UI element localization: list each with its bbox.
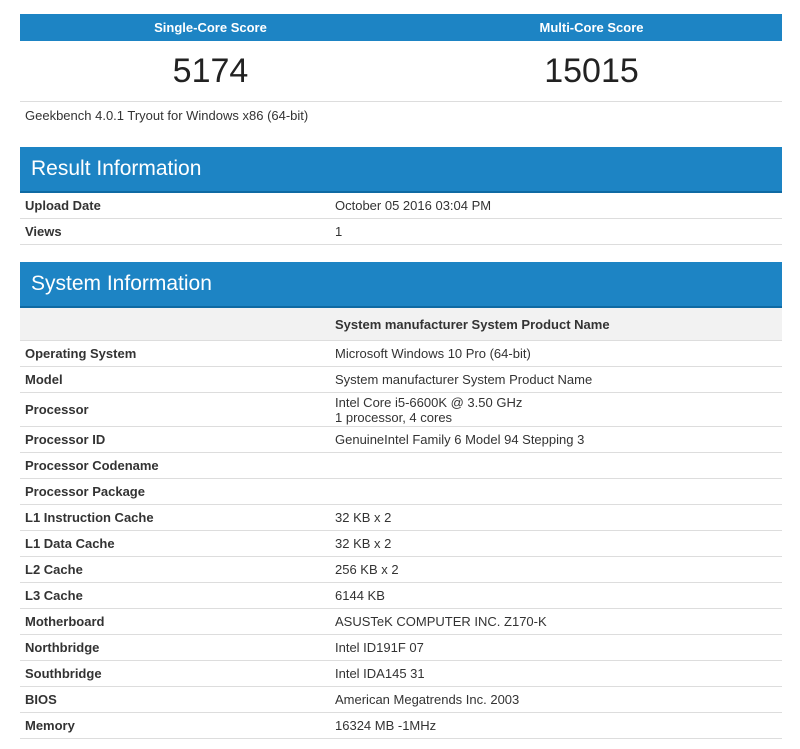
subheader-spacer [20, 308, 330, 341]
multi-core-score: 15015 [544, 52, 639, 90]
row-key: L2 Cache [20, 556, 330, 583]
table-row: Southbridge Intel IDA145 31 [20, 660, 782, 687]
row-key: Views [20, 218, 330, 245]
result-information-table: Upload Date October 05 2016 03:04 PM Vie… [20, 193, 782, 245]
result-information-header: Result Information [20, 147, 782, 193]
row-key: Upload Date [20, 193, 330, 219]
row-key: Processor ID [20, 426, 330, 453]
single-core-score: 5174 [172, 52, 249, 90]
row-key: Motherboard [20, 608, 330, 635]
row-value: System manufacturer System Product Name [330, 366, 782, 393]
row-value: ASUSTeK COMPUTER INC. Z170-K [330, 608, 782, 635]
results-page: Single-Core Score Multi-Core Score 5174 … [20, 14, 782, 739]
row-value: GenuineIntel Family 6 Model 94 Stepping … [330, 426, 782, 453]
row-value: 32 KB x 2 [330, 504, 782, 531]
processor-name: Intel Core i5-6600K @ 3.50 GHz [335, 394, 523, 410]
table-row: L1 Data Cache 32 KB x 2 [20, 530, 782, 557]
table-row: L2 Cache 256 KB x 2 [20, 556, 782, 583]
table-row: Processor Package [20, 478, 782, 505]
table-row: L1 Instruction Cache 32 KB x 2 [20, 504, 782, 531]
row-key: Southbridge [20, 660, 330, 687]
system-subheader-row: System manufacturer System Product Name [20, 308, 782, 341]
table-row: Upload Date October 05 2016 03:04 PM [20, 193, 782, 219]
row-key: Model [20, 366, 330, 393]
row-key: Processor Codename [20, 452, 330, 479]
system-name-subheader: System manufacturer System Product Name [330, 308, 782, 341]
row-value: 16324 MB -1MHz [330, 712, 782, 739]
row-value: Intel IDA145 31 [330, 660, 782, 687]
row-key: Northbridge [20, 634, 330, 661]
table-row: Model System manufacturer System Product… [20, 366, 782, 393]
table-row: Northbridge Intel ID191F 07 [20, 634, 782, 661]
row-key: Memory [20, 712, 330, 739]
row-key: L1 Data Cache [20, 530, 330, 557]
row-value: 256 KB x 2 [330, 556, 782, 583]
row-key: Processor Package [20, 478, 330, 505]
table-row: Memory 16324 MB -1MHz [20, 712, 782, 739]
row-key: Operating System [20, 340, 330, 367]
row-value: 32 KB x 2 [330, 530, 782, 557]
table-row: Operating System Microsoft Windows 10 Pr… [20, 340, 782, 367]
row-key: L1 Instruction Cache [20, 504, 330, 531]
multi-core-label: Multi-Core Score [539, 20, 644, 35]
row-value: October 05 2016 03:04 PM [330, 193, 782, 219]
row-value [330, 478, 782, 505]
row-value: Intel Core i5-6600K @ 3.50 GHz 1 process… [330, 392, 782, 427]
row-value: 1 [330, 218, 782, 245]
table-row: Processor Codename [20, 452, 782, 479]
table-row: L3 Cache 6144 KB [20, 582, 782, 609]
table-row: BIOS American Megatrends Inc. 2003 [20, 686, 782, 713]
row-value [330, 452, 782, 479]
table-row: Motherboard ASUSTeK COMPUTER INC. Z170-K [20, 608, 782, 635]
benchmark-version: Geekbench 4.0.1 Tryout for Windows x86 (… [25, 108, 309, 123]
row-key: Processor [20, 392, 330, 427]
system-information-header: System Information [20, 262, 782, 308]
row-value: 6144 KB [330, 582, 782, 609]
row-key: BIOS [20, 686, 330, 713]
system-information-table: System manufacturer System Product Name … [20, 308, 782, 739]
row-value: Microsoft Windows 10 Pro (64-bit) [330, 340, 782, 367]
score-values: 5174 15015 [20, 41, 782, 102]
single-core-label: Single-Core Score [154, 20, 267, 35]
table-row: Processor ID GenuineIntel Family 6 Model… [20, 426, 782, 453]
row-value: American Megatrends Inc. 2003 [330, 686, 782, 713]
row-value: Intel ID191F 07 [330, 634, 782, 661]
table-row: Processor Intel Core i5-6600K @ 3.50 GHz… [20, 392, 782, 427]
table-row: Views 1 [20, 218, 782, 245]
row-key: L3 Cache [20, 582, 330, 609]
processor-cores: 1 processor, 4 cores [335, 409, 453, 425]
score-header: Single-Core Score Multi-Core Score [20, 14, 782, 41]
